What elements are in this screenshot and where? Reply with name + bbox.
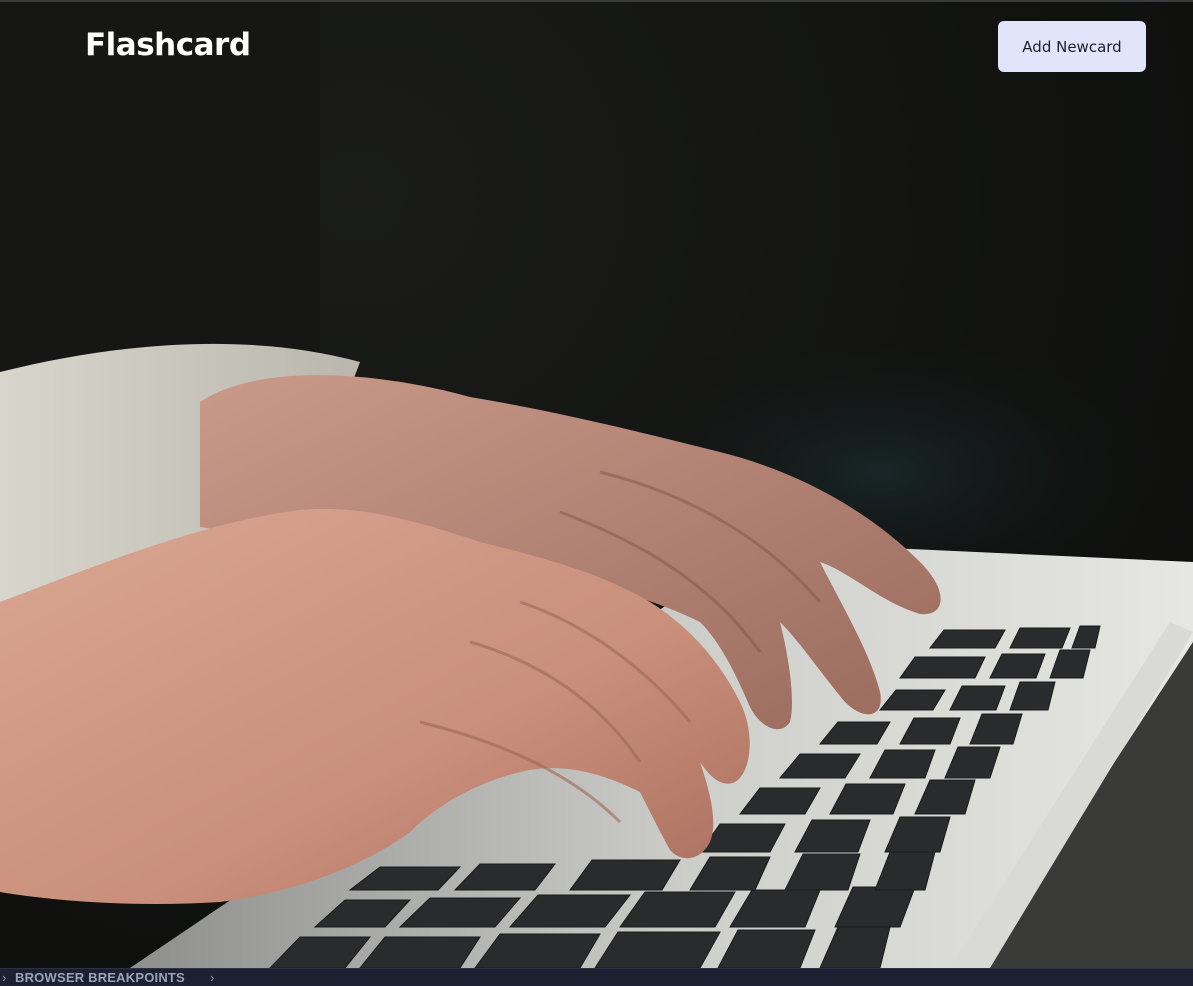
browser-breakpoints-label: BROWSER BREAKPOINTS (15, 970, 185, 985)
add-newcard-button[interactable]: Add Newcard (998, 21, 1146, 72)
chevron-right-icon[interactable]: › (210, 969, 214, 986)
chevron-right-icon[interactable]: › (2, 969, 6, 986)
hero-background-image (0, 2, 1193, 968)
hands-typing-on-laptop-photo-icon (0, 2, 1193, 968)
app-page: Flashcard Add Newcard › BROWSER BREAKPOI… (0, 0, 1193, 986)
browser-breakpoints-bar[interactable]: › BROWSER BREAKPOINTS › (0, 968, 1193, 986)
brand-title[interactable]: Flashcard (85, 26, 251, 64)
